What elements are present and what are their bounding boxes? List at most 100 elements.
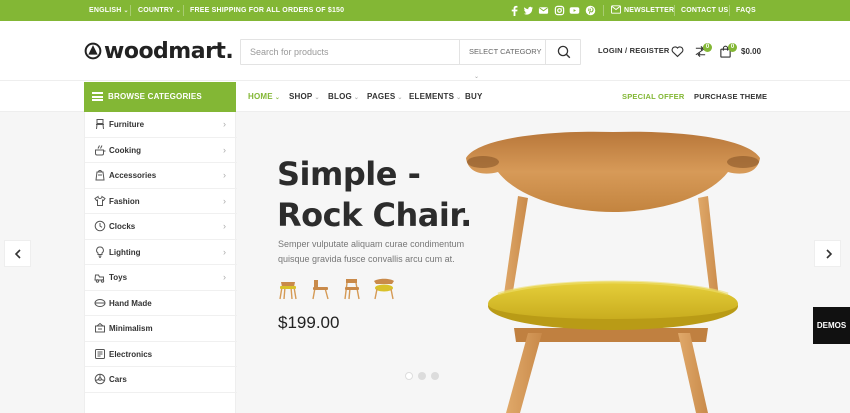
nav-item-shop[interactable]: SHOP ⌄ [289,82,320,113]
nav-item-home[interactable]: HOME ⌄ [248,82,280,113]
chevron-right-icon: › [223,272,226,282]
chevron-right-icon: › [223,246,226,257]
slider-dot-active[interactable] [405,372,413,380]
country-selector[interactable]: COUNTRY ⌄ [138,0,181,21]
category-item-electronics[interactable]: Electronics [85,342,237,367]
accessories-icon [95,170,105,181]
next-slide-button[interactable] [814,240,841,267]
faqs-link[interactable]: FAQS [736,0,756,21]
category-label: Electronics [109,349,153,359]
youtube-icon[interactable] [569,5,580,16]
hero-price: $199.00 [278,313,340,332]
category-label: Clocks [109,222,136,231]
divider [603,5,604,16]
special-offer-link[interactable]: SPECIAL OFFER [622,82,684,112]
category-item-furniture[interactable]: Furniture › [85,112,237,138]
logo-mark-icon [84,42,102,60]
nav-label: HOME [248,92,273,101]
hero-title: Simple - Rock Chair. [277,154,472,236]
newsletter-link[interactable]: NEWSLETTER [611,0,674,21]
chevron-right-icon [826,249,833,259]
pinterest-icon[interactable] [585,5,596,16]
nav-item-elements[interactable]: ELEMENTS ⌄ [409,82,461,113]
logo-text: woodmart. [104,38,234,64]
category-menu: Furniture › Cooking › Accessories › Fash… [84,112,237,413]
envelope-icon [611,5,621,14]
twitter-icon[interactable] [523,5,534,16]
cart-total[interactable]: $0.00 [741,47,761,56]
clock-icon [94,220,106,232]
category-item-minimalism[interactable]: Minimalism [85,316,237,342]
chair-thumb-icon[interactable] [310,276,330,300]
category-label: Toys [109,273,128,282]
category-item-clocks[interactable]: Clocks › [85,214,237,240]
hero-title-line: Simple - [277,155,421,193]
browse-categories-label: BROWSE CATEGORIES [108,92,202,101]
category-item-cooking[interactable]: Cooking › [85,138,237,163]
wishlist-heart-icon[interactable] [671,45,684,58]
divider [674,5,675,16]
chevron-right-icon: › [223,144,226,155]
prev-slide-button[interactable] [4,240,31,267]
language-label: ENGLISH [89,7,122,14]
category-item-hand-made[interactable]: Hand Made [85,291,237,316]
lightbulb-icon [96,245,104,258]
chair-thumb-icon[interactable] [278,276,298,300]
category-label: Hand Made [109,298,152,308]
category-item-accessories[interactable]: Accessories › [85,163,237,189]
nav-label: BLOG [328,92,352,101]
chair-thumb-icon[interactable] [372,276,396,300]
browse-categories-button[interactable]: BROWSE CATEGORIES [84,82,236,112]
language-selector[interactable]: ENGLISH ⌄ [89,0,129,21]
minimalism-icon [95,322,105,333]
nav-label: BUY [465,92,483,101]
promo-text: FREE SHIPPING FOR ALL ORDERS OF $150 [190,7,345,14]
chevron-down-icon: ⌄ [274,95,281,101]
chevron-down-icon: ⌄ [353,95,360,101]
search-button[interactable] [545,40,580,64]
compare-count-badge: 0 [703,43,712,52]
cart-count-badge: 0 [728,43,737,52]
nav-item-pages[interactable]: PAGES ⌄ [367,82,403,113]
chevron-right-icon: › [223,119,226,129]
facebook-icon[interactable] [509,5,520,16]
category-item-cars[interactable]: Cars [85,367,237,393]
electronics-icon [95,348,105,359]
category-item-toys[interactable]: Toys › [85,265,237,291]
nav-item-buy[interactable]: BUY [465,82,483,112]
site-logo[interactable]: woodmart. [84,38,234,64]
category-item-fashion[interactable]: Fashion › [85,189,237,214]
category-label: Accessories [109,171,157,180]
nav-label: SHOP [289,92,313,101]
slider-dot[interactable] [418,372,426,380]
login-register-link[interactable]: LOGIN / REGISTER [598,46,670,55]
chevron-down-icon: ⌄ [314,95,320,101]
search-input[interactable]: Search for products [250,40,329,64]
main-navigation: BROWSE CATEGORIES HOME ⌄ SHOP ⌄ BLOG ⌄ PAGE… [0,82,850,112]
divider [729,5,730,16]
top-bar: ENGLISH ⌄ COUNTRY ⌄ FREE SHIPPING FOR ALL … [0,0,850,21]
category-label: Fashion [109,196,140,206]
chair-thumb-icon[interactable] [342,276,362,300]
contact-us-link[interactable]: CONTACT US [681,0,728,21]
category-item-lighting[interactable]: Lighting › [85,240,237,265]
purchase-theme-link[interactable]: PURCHASE THEME [694,82,767,112]
search-form: Search for products SELECT CATEGORY ⌄ [240,39,581,80]
nav-label: PAGES [367,92,396,101]
hamburger-icon [92,92,103,101]
email-icon[interactable] [538,5,549,16]
chair-icon [96,119,104,130]
site-header: woodmart. Search for products SELECT CAT… [0,21,850,81]
newsletter-label: NEWSLETTER [624,7,675,14]
search-icon [557,45,571,59]
chevron-down-icon: ⌄ [456,95,462,101]
demos-button[interactable]: DEMOS [813,307,850,344]
search-category-label: SELECT CATEGORY [469,47,542,56]
chevron-down-icon: ⌄ [123,8,129,14]
nav-item-blog[interactable]: BLOG ⌄ [328,82,359,113]
search-category-select[interactable]: SELECT CATEGORY ⌄ [459,40,546,80]
hero-title-line: Rock Chair. [277,196,472,234]
slider-dot[interactable] [431,372,439,380]
instagram-icon[interactable] [554,5,565,16]
handmade-icon [94,298,106,307]
